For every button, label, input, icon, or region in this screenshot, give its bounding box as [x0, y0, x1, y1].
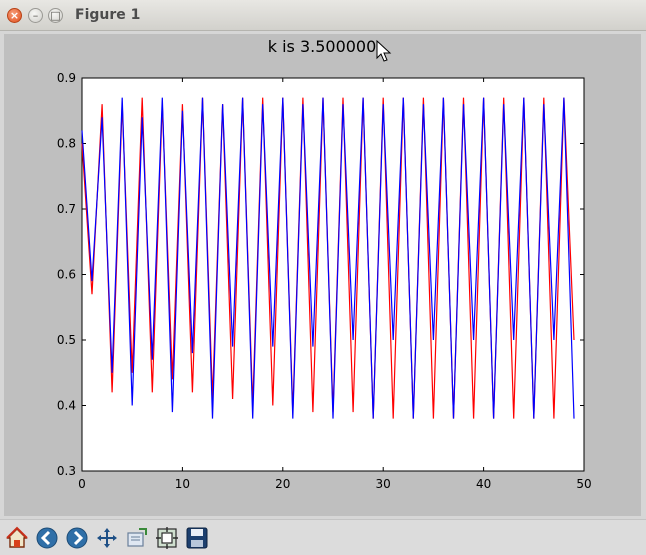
- x-tick-label: 20: [275, 477, 290, 491]
- maximize-window-button[interactable]: □: [48, 8, 63, 23]
- y-tick-label: 0.6: [57, 268, 76, 282]
- y-tick-label: 0.3: [57, 464, 76, 478]
- y-tick-label: 0.5: [57, 333, 76, 347]
- home-button[interactable]: [4, 525, 30, 551]
- navigation-toolbar: [0, 519, 646, 555]
- forward-button[interactable]: [64, 525, 90, 551]
- x-tick-label: 40: [476, 477, 491, 491]
- move-icon: [97, 528, 117, 548]
- figure-canvas[interactable]: k is 3.500000 0 10 20 30 40 50 0.3 0.4 0.5 0.6 0.7…: [4, 34, 641, 516]
- zoom-rect-icon: [127, 528, 147, 547]
- x-tick-label: 0: [78, 477, 86, 491]
- zoom-button[interactable]: [124, 525, 150, 551]
- window-titlebar[interactable]: × – □ Figure 1: [0, 0, 646, 31]
- chart-title: k is 3.500000: [268, 37, 377, 56]
- window-title: Figure 1: [75, 7, 141, 23]
- mouse-cursor-icon: [376, 39, 392, 62]
- subplots-icon: [156, 527, 178, 549]
- line-chart: k is 3.500000 0 10 20 30 40 50 0.3 0.4 0.5 0.6 0.7…: [57, 37, 592, 491]
- home-icon: [6, 526, 28, 548]
- x-tick-label: 30: [376, 477, 391, 491]
- save-button[interactable]: [184, 525, 210, 551]
- y-tick-label: 0.9: [57, 71, 76, 85]
- save-icon: [186, 527, 208, 549]
- y-tick-label: 0.7: [57, 202, 76, 216]
- subplots-button[interactable]: [154, 525, 180, 551]
- right-arrow-icon: [66, 527, 88, 549]
- pan-button[interactable]: [94, 525, 120, 551]
- minimize-window-button[interactable]: –: [28, 8, 43, 23]
- x-tick-label: 10: [175, 477, 190, 491]
- close-window-button[interactable]: ×: [7, 8, 22, 23]
- back-button[interactable]: [34, 525, 60, 551]
- x-tick-label: 50: [576, 477, 591, 491]
- y-tick-label: 0.4: [57, 399, 76, 413]
- left-arrow-icon: [36, 527, 58, 549]
- y-tick-label: 0.8: [57, 137, 76, 151]
